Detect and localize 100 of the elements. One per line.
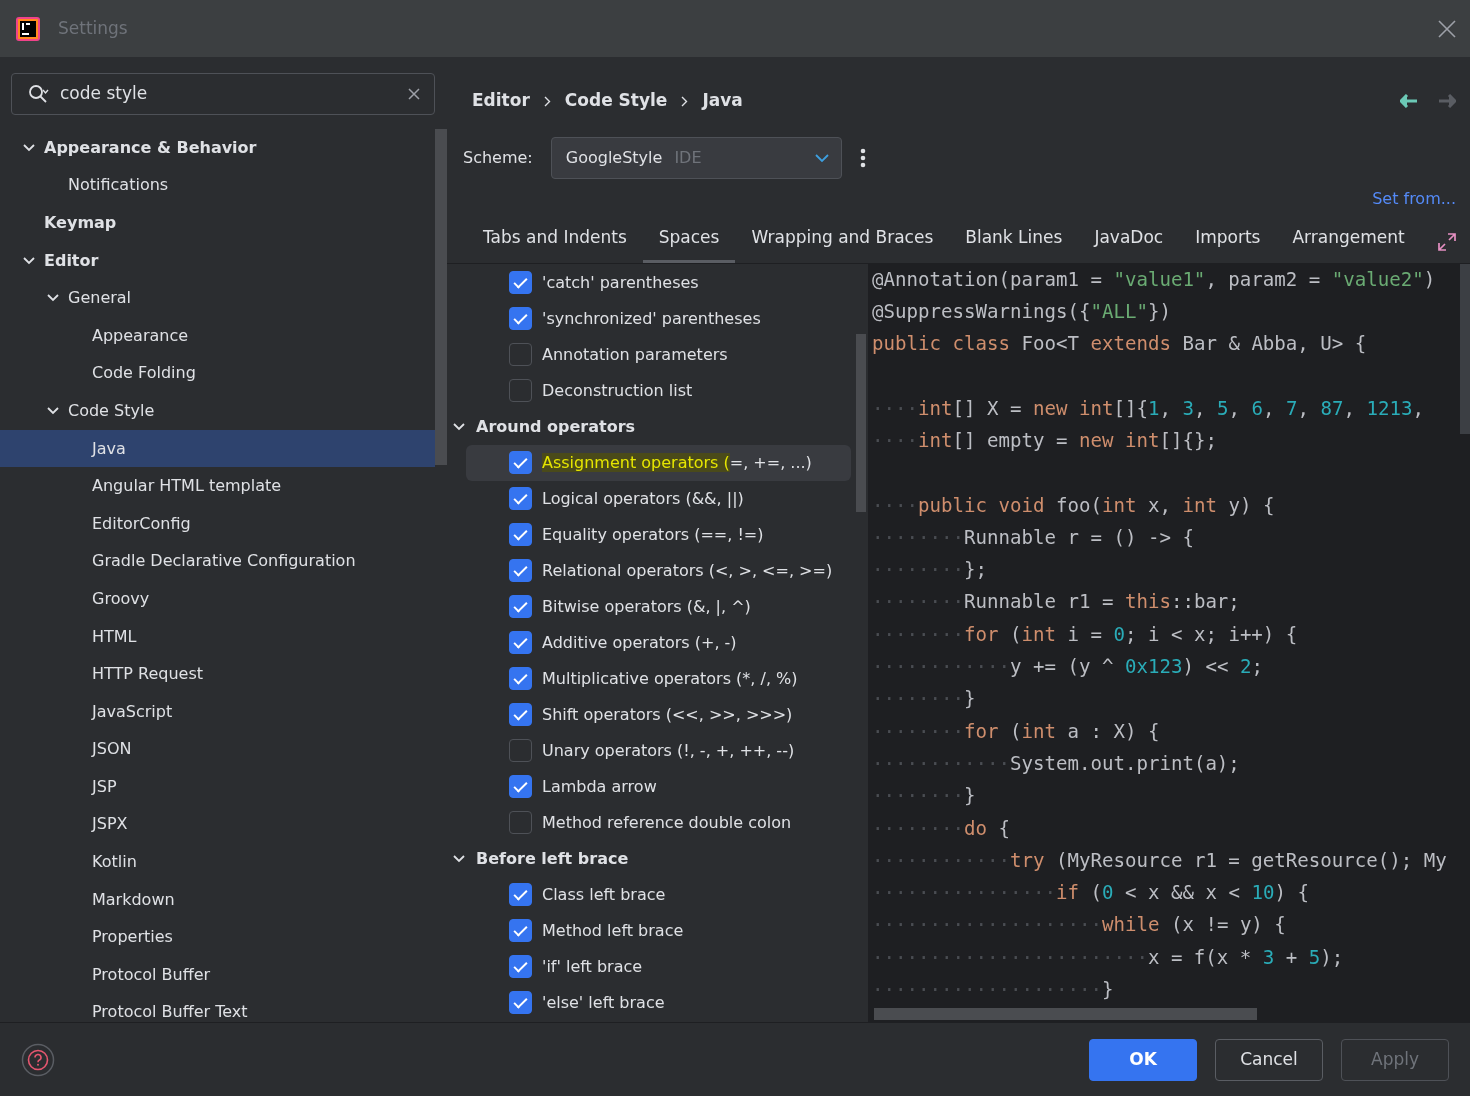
breadcrumb-item[interactable]: Java — [702, 88, 743, 114]
checkbox[interactable] — [509, 919, 532, 942]
tree-item[interactable]: HTML — [0, 617, 435, 656]
checkbox[interactable] — [509, 739, 532, 762]
dialog-button[interactable]: OK — [1089, 1038, 1197, 1081]
checkbox-label[interactable]: Unary operators (!, -, +, ++, --) — [542, 738, 795, 763]
tree-item[interactable]: Code Folding — [0, 354, 435, 393]
search-box[interactable]: code style — [11, 73, 435, 115]
checkbox[interactable] — [509, 667, 532, 690]
scrollbar-thumb[interactable] — [1460, 263, 1470, 434]
scheme-dropdown[interactable]: GoogleStyle IDE — [550, 137, 842, 179]
checkbox[interactable] — [509, 523, 532, 546]
code-line: ················if (0 < x && x < 10) { — [872, 880, 1310, 907]
code-line: public class Foo<T extends Bar & Abba, U> { — [872, 331, 1368, 358]
more-options-icon[interactable] — [859, 148, 866, 168]
code-line: ····················} — [872, 977, 1115, 1004]
tree-item[interactable]: Protocol Buffer Text — [0, 993, 435, 1022]
checkbox-label[interactable]: Deconstruction list — [542, 378, 693, 403]
set-from-link[interactable]: Set from... — [1372, 189, 1456, 208]
tree-item[interactable]: Markdown — [0, 880, 435, 919]
close-button[interactable] — [1438, 19, 1456, 38]
tree-item[interactable]: Code Style — [0, 392, 435, 430]
checkbox-label[interactable]: Logical operators (&&, ||) — [542, 486, 744, 511]
breadcrumb-item[interactable]: Editor — [472, 88, 530, 114]
checkbox[interactable] — [509, 451, 532, 474]
checkbox-label[interactable]: Method reference double colon — [542, 810, 792, 835]
checkbox[interactable] — [509, 955, 532, 978]
tab[interactable]: Wrapping and Braces — [735, 217, 950, 263]
checkbox-label[interactable]: Method left brace — [542, 918, 684, 943]
code-line: @SuppressWarnings({"ALL"}) — [872, 298, 1172, 325]
checkbox[interactable] — [509, 703, 532, 726]
checkbox[interactable] — [509, 559, 532, 582]
checkbox-label[interactable]: 'if' left brace — [542, 954, 643, 979]
checkbox[interactable] — [509, 883, 532, 906]
checkbox[interactable] — [509, 991, 532, 1014]
section-header[interactable]: Around operators — [476, 414, 636, 439]
tab[interactable]: JavaDoc — [1078, 217, 1180, 263]
tree-item[interactable]: HTTP Request — [0, 655, 435, 693]
tree-item[interactable]: JavaScript — [0, 692, 435, 731]
code-line: ········do { — [872, 815, 1011, 842]
selected-row[interactable]: Assignment operators (=, +=, ...) — [466, 444, 851, 481]
tab[interactable]: Tabs and Indents — [467, 217, 643, 263]
back-arrow-icon[interactable] — [1400, 94, 1418, 108]
tree-item[interactable]: General — [0, 279, 435, 317]
tree-item[interactable]: EditorConfig — [0, 504, 435, 543]
dialog-button[interactable]: Cancel — [1215, 1038, 1323, 1081]
expand-icon[interactable] — [1438, 232, 1456, 251]
scrollbar-thumb[interactable] — [435, 129, 447, 465]
search-field[interactable]: code style — [60, 81, 398, 107]
tab[interactable]: Spaces — [642, 217, 736, 263]
help-button[interactable] — [21, 1042, 55, 1077]
checkbox-label[interactable]: Multiplicative operators (*, /, %) — [542, 666, 798, 691]
checkbox-label[interactable]: Equality operators (==, !=) — [542, 522, 764, 547]
scrollbar-thumb[interactable] — [874, 1008, 1257, 1020]
checkbox-label[interactable]: 'catch' parentheses — [542, 270, 699, 295]
checkbox[interactable] — [509, 343, 532, 366]
tree-item[interactable]: Protocol Buffer — [0, 956, 435, 994]
tree-item[interactable]: Editor — [0, 241, 435, 280]
checkbox-label[interactable]: 'else' left brace — [542, 990, 665, 1015]
checkbox-label[interactable]: Relational operators (<, >, <=, >=) — [542, 558, 833, 583]
checkbox-label[interactable]: Bitwise operators (&, |, ^) — [542, 594, 751, 619]
tree-item[interactable]: Appearance — [0, 316, 435, 355]
checkbox[interactable] — [509, 595, 532, 618]
tab[interactable]: Imports — [1179, 217, 1277, 263]
checkbox[interactable] — [509, 307, 532, 330]
tree-item[interactable]: Notifications — [0, 166, 435, 205]
checkbox[interactable] — [509, 775, 532, 798]
checkbox[interactable] — [509, 631, 532, 654]
tree-item[interactable]: JSP — [0, 768, 435, 806]
tree-item[interactable]: Groovy — [0, 580, 435, 618]
tree-item[interactable]: Properties — [0, 918, 435, 957]
tree-item[interactable]: Java — [0, 429, 435, 468]
checkbox[interactable] — [509, 271, 532, 294]
tree-item[interactable]: JSON — [0, 730, 435, 769]
chevron-right-icon — [543, 95, 551, 107]
checkbox-label[interactable]: Class left brace — [542, 882, 666, 907]
checkbox[interactable] — [509, 811, 532, 834]
clear-icon[interactable] — [408, 88, 420, 100]
tree-item[interactable]: Kotlin — [0, 843, 435, 881]
checkbox[interactable] — [509, 487, 532, 510]
tree-item[interactable]: Keymap — [0, 204, 435, 242]
scrollbar-thumb[interactable] — [856, 333, 866, 512]
breadcrumb-item[interactable]: Code Style — [564, 88, 668, 114]
tab[interactable]: Blank Lines — [949, 217, 1079, 263]
checkbox[interactable] — [509, 379, 532, 402]
tree-item[interactable]: Angular HTML template — [0, 467, 435, 505]
tree-item[interactable]: Gradle Declarative Configuration — [0, 542, 435, 581]
checkbox-label[interactable]: Annotation parameters — [542, 342, 728, 367]
section-header[interactable]: Before left brace — [476, 846, 629, 871]
code-line: ········Runnable r = () -> { — [872, 524, 1195, 551]
checkbox-label[interactable]: Lambda arrow — [542, 774, 657, 799]
checkbox-label[interactable]: Shift operators (<<, >>, >>>) — [542, 702, 793, 727]
checkbox-label[interactable]: Additive operators (+, -) — [542, 630, 737, 655]
tree-item[interactable]: Appearance & Behavior — [0, 129, 435, 167]
tree-item[interactable]: JSPX — [0, 805, 435, 844]
tab[interactable]: Arrangement — [1276, 217, 1421, 263]
code-line: ····················while (x != y) { — [872, 912, 1287, 939]
checkbox-label[interactable]: 'synchronized' parentheses — [542, 306, 761, 331]
chevron-right-icon — [681, 95, 689, 107]
code-line: ············try (MyResource r1 = getResource(); My — [872, 847, 1448, 874]
